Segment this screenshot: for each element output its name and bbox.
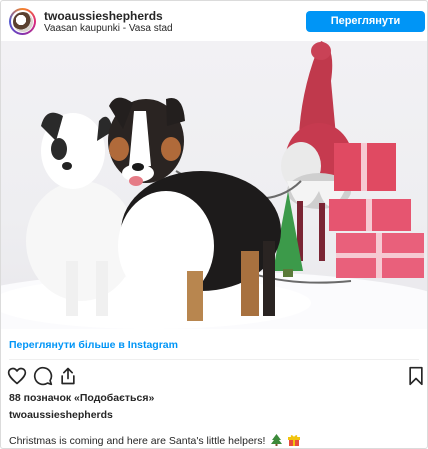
caption-text: Christmas is coming and here are Santa's…: [9, 435, 266, 447]
gift-stack: [329, 143, 424, 278]
instagram-embed-card: twoaussieshepherds Vaasan kaupunki - Vas…: [0, 0, 428, 449]
location[interactable]: Vaasan kaupunki - Vasa stad: [44, 23, 173, 34]
caption: Christmas is coming and here are Santa's…: [9, 434, 301, 447]
gift-icon: [288, 435, 301, 446]
action-bar: [1, 364, 427, 388]
christmas-tree-icon: [271, 434, 283, 446]
avatar[interactable]: [9, 8, 36, 35]
post-header: twoaussieshepherds Vaasan kaupunki - Vas…: [1, 1, 427, 48]
view-more-on-instagram-link[interactable]: Переглянути більше в Instagram: [9, 339, 178, 351]
comment-icon[interactable]: [33, 366, 53, 386]
likes-count[interactable]: 88 позначок «Подобається»: [9, 392, 154, 404]
bookmark-icon[interactable]: [406, 366, 426, 386]
view-profile-button[interactable]: Переглянути профіль: [306, 11, 425, 48]
username[interactable]: twoaussieshepherds: [44, 9, 163, 23]
caption-username[interactable]: twoaussieshepherds: [9, 409, 113, 421]
avatar-image: [12, 11, 33, 32]
divider: [9, 359, 419, 360]
share-icon[interactable]: [58, 366, 78, 386]
heart-icon[interactable]: [7, 366, 27, 386]
post-photo[interactable]: [1, 41, 427, 329]
photo-illustration: [1, 41, 427, 329]
